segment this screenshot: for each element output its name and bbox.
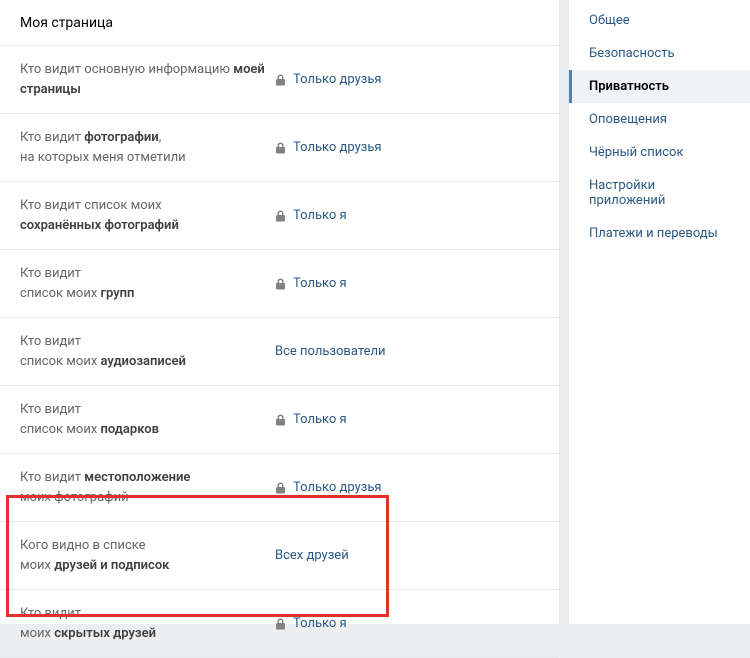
setting-value-dropdown[interactable]: Только я [275, 412, 347, 427]
setting-value-text: Только я [293, 208, 347, 223]
setting-value-dropdown[interactable]: Только друзья [275, 140, 382, 155]
sidebar-item[interactable]: Приватность [569, 70, 750, 103]
setting-row: Кто видит моих скрытых друзейТолько я [0, 590, 559, 658]
setting-label: Кто видит список моих сохранённых фотогр… [20, 196, 275, 235]
setting-value-dropdown[interactable]: Только друзья [275, 72, 382, 87]
setting-label: Кто видит список моих групп [20, 264, 275, 303]
sidebar-item-label: Настройки приложений [589, 178, 665, 208]
lock-icon [275, 414, 286, 426]
sidebar-item[interactable]: Оповещения [569, 103, 750, 136]
setting-value-dropdown[interactable]: Только я [275, 208, 347, 223]
settings-list: Кто видит основную информацию моей стран… [0, 46, 559, 658]
sidebar-item-label: Оповещения [589, 112, 667, 127]
sidebar-item-label: Платежи и переводы [589, 226, 718, 241]
setting-row: Кто видит фотографии, на которых меня от… [0, 114, 559, 182]
setting-row: Кто видит список моих аудиозаписейВсе по… [0, 318, 559, 386]
setting-value-dropdown[interactable]: Все пользователи [275, 344, 386, 359]
sidebar-item[interactable]: Чёрный список [569, 136, 750, 169]
setting-label: Кто видит фотографии, на которых меня от… [20, 128, 275, 167]
lock-icon [275, 482, 286, 494]
setting-value-text: Только я [293, 276, 347, 291]
setting-value-text: Только друзья [293, 140, 382, 155]
setting-label: Кто видит список моих аудиозаписей [20, 332, 275, 371]
settings-main-panel: Моя страница Кто видит основную информац… [0, 0, 560, 624]
sidebar-item[interactable]: Безопасность [569, 37, 750, 70]
setting-row: Кто видит основную информацию моей стран… [0, 46, 559, 114]
sidebar-item-label: Чёрный список [589, 145, 683, 160]
setting-row: Кто видит список моих сохранённых фотогр… [0, 182, 559, 250]
setting-value-text: Все пользователи [275, 344, 386, 359]
setting-value-dropdown[interactable]: Только друзья [275, 480, 382, 495]
lock-icon [275, 142, 286, 154]
sidebar-item[interactable]: Платежи и переводы [569, 217, 750, 250]
lock-icon [275, 278, 286, 290]
setting-row: Кого видно в списке моих друзей и подпис… [0, 522, 559, 590]
setting-label: Кто видит список моих подарков [20, 400, 275, 439]
setting-label: Кто видит местоположение моих фотографий [20, 468, 275, 507]
sidebar-item[interactable]: Общее [569, 4, 750, 37]
sidebar-item[interactable]: Настройки приложений [569, 169, 750, 217]
sidebar-item-label: Общее [589, 13, 630, 28]
setting-value-text: Только друзья [293, 480, 382, 495]
setting-value-text: Только я [293, 412, 347, 427]
setting-row: Кто видит местоположение моих фотографий… [0, 454, 559, 522]
settings-sidebar: Общее Безопасность Приватность Оповещения Чё… [568, 0, 750, 624]
sidebar-item-label: Приватность [589, 79, 669, 94]
section-title: Моя страница [0, 0, 559, 46]
sidebar-item-label: Безопасность [589, 46, 675, 61]
setting-label: Кто видит основную информацию моей стран… [20, 60, 275, 99]
setting-label: Кого видно в списке моих друзей и подпис… [20, 536, 275, 575]
setting-value-dropdown[interactable]: Всех друзей [275, 548, 349, 563]
setting-value-text: Только друзья [293, 72, 382, 87]
lock-icon [275, 210, 286, 222]
setting-value-text: Всех друзей [275, 548, 349, 563]
lock-icon [275, 74, 286, 86]
setting-row: Кто видит список моих групп Только я [0, 250, 559, 318]
setting-row: Кто видит список моих подарков Только я [0, 386, 559, 454]
setting-value-dropdown[interactable]: Только я [275, 276, 347, 291]
